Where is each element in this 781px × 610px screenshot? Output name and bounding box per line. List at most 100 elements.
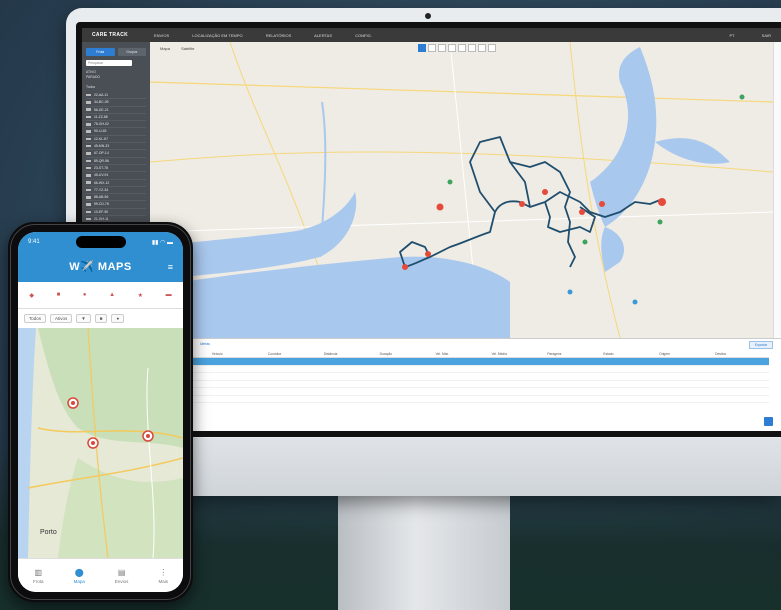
menu-item-localizacao[interactable]: LOCALIZAÇÃO EM TEMPO — [192, 33, 242, 38]
tab-groups[interactable]: Grupos — [117, 48, 146, 56]
logout-button[interactable]: SAIR — [762, 33, 771, 38]
export-button[interactable]: Exportar — [749, 341, 773, 349]
sidebar-item-vehicle[interactable]: 23-ST-78 — [86, 165, 146, 173]
table-cell — [657, 380, 714, 388]
menu-item-relatorios[interactable]: RELATÓRIOS — [266, 33, 292, 38]
poi-marker — [657, 219, 663, 225]
star-icon[interactable]: ★ — [138, 292, 143, 299]
nav-item-frota[interactable]: ▥ Frota — [33, 568, 44, 584]
table-row[interactable] — [154, 380, 769, 388]
language-button[interactable]: PT — [729, 33, 734, 38]
sidebar-item-vehicle[interactable]: 11-ZZ-88 — [86, 114, 146, 122]
trips-panel: Envios Paragens Alertas Exportar DataVeí… — [150, 338, 781, 431]
poi-marker — [567, 289, 573, 295]
sidebar-item-vehicle[interactable]: 45-UV-91 — [86, 172, 146, 180]
sidebar-item-vehicle[interactable]: 90-IJ-45 — [86, 128, 146, 136]
filter-chip[interactable]: Todos — [24, 313, 47, 323]
table-cell — [489, 357, 546, 366]
table-cell — [377, 357, 434, 366]
table-cell — [657, 372, 714, 381]
smartphone: 9:41 ▮▮ ◠ ▬ W✈️ MAPS ≡ ◆ ■ ● ▲ ★ ▬ Todos… — [8, 222, 193, 602]
menu-item-config[interactable]: CONFIG. — [355, 33, 372, 38]
poi-marker — [582, 239, 588, 245]
filter-chip[interactable]: ▼ — [76, 313, 91, 323]
city-label: Porto — [40, 529, 57, 536]
table-cell — [657, 395, 714, 403]
tab-satellite[interactable]: Satélite — [181, 46, 194, 51]
pin-icon[interactable] — [448, 44, 456, 52]
app-topbar: CARE TRACK ENVIOS LOCALIZAÇÃO EM TEMPO R… — [82, 28, 781, 42]
menu-item-alertas[interactable]: ALERTAS — [314, 33, 332, 38]
table-row[interactable] — [154, 395, 769, 403]
bike-icon[interactable]: ● — [83, 292, 87, 298]
table-row[interactable] — [154, 387, 769, 396]
poi-marker — [447, 179, 453, 185]
more-icon: ⋮ — [159, 568, 168, 577]
nav-item-mais[interactable]: ⋮ Mais — [158, 568, 168, 584]
sidebar-item-vehicle[interactable]: 12-KL-67 — [86, 136, 146, 144]
filter-chip[interactable]: ■ — [94, 313, 108, 323]
sidebar-item-vehicle[interactable]: 77-YZ-34 — [86, 187, 146, 195]
sidebar-item-vehicle[interactable]: 88-AB-56 — [86, 194, 146, 202]
alert-icon[interactable]: ▲ — [109, 292, 115, 298]
table-cell — [545, 365, 602, 373]
sidebar-item-vehicle[interactable]: 99-CD-78 — [86, 201, 146, 209]
car-icon[interactable]: ◆ — [29, 292, 34, 299]
table-cell — [657, 365, 714, 373]
menu-item-envios[interactable]: ENVIOS — [154, 33, 169, 38]
layers-icon[interactable] — [438, 44, 446, 52]
sidebar-item-vehicle[interactable]: 66-WX-12 — [86, 180, 146, 187]
minus-icon[interactable]: ▬ — [166, 292, 172, 298]
sidebar-item-vehicle[interactable]: 78-GH-02 — [86, 121, 146, 129]
table-cell — [377, 395, 434, 403]
sidebar-item-vehicle[interactable]: 89-QR-56 — [86, 158, 146, 165]
sidebar-item-vehicle[interactable]: 10-EF-90 — [86, 209, 146, 217]
route-icon[interactable] — [428, 44, 436, 52]
filter-chip[interactable]: Ativos — [50, 313, 73, 323]
sidebar-item-vehicle[interactable]: 34-BC-09 — [86, 99, 146, 107]
table-cell — [433, 387, 490, 396]
table-cell — [265, 365, 322, 373]
phone-icon-row: ◆ ■ ● ▲ ★ ▬ — [18, 282, 183, 309]
stop-marker — [542, 189, 548, 195]
sidebar-item-vehicle[interactable]: 45-MN-33 — [86, 143, 146, 151]
table-cell — [489, 387, 546, 396]
print-icon[interactable] — [488, 44, 496, 52]
list-header[interactable]: Todos — [86, 85, 146, 90]
filter-chip[interactable]: ● — [111, 313, 125, 323]
table-cell — [265, 395, 322, 403]
stop-marker — [579, 209, 585, 215]
truck-icon[interactable]: ■ — [57, 292, 61, 298]
pointer-icon[interactable] — [418, 44, 426, 52]
fullscreen-icon[interactable] — [478, 44, 486, 52]
menu-icon[interactable]: ≡ — [168, 262, 173, 272]
nav-label: Mais — [158, 579, 168, 584]
vehicle-search-input[interactable]: Pesquisar — [86, 60, 132, 66]
ruler-icon[interactable] — [458, 44, 466, 52]
tab-fleet[interactable]: Frota — [86, 48, 115, 56]
nav-item-envios[interactable]: ▤ Envios — [115, 568, 129, 584]
table-cell — [433, 372, 490, 381]
table-cell — [377, 365, 434, 373]
tab-map[interactable]: Mapa — [160, 46, 170, 51]
table-row[interactable] — [154, 365, 769, 373]
route-map[interactable]: Mapa Satélite — [150, 42, 773, 338]
tab-alerts[interactable]: Alertas — [200, 342, 210, 346]
sidebar-tabs: Frota Grupos — [86, 48, 146, 56]
sidebar-item-vehicle[interactable]: 56-DE-21 — [86, 107, 146, 114]
nav-item-mapa[interactable]: ⬤ Mapa — [74, 568, 85, 584]
table-row[interactable] — [154, 372, 769, 381]
table-cell — [209, 387, 266, 396]
table-cell — [265, 380, 322, 388]
sidebar-item-vehicle[interactable]: 22-AA-11 — [86, 92, 146, 100]
table-cell — [545, 380, 602, 388]
table-cell — [209, 365, 266, 373]
scroll-to-top-button[interactable] — [764, 417, 773, 426]
table-cell — [601, 380, 658, 388]
sidebar-item-vehicle[interactable]: 67-OP-14 — [86, 150, 146, 158]
table-cell — [265, 387, 322, 396]
stop-marker — [425, 251, 431, 257]
phone-map[interactable]: Porto — [18, 328, 183, 558]
table-row[interactable] — [154, 357, 769, 366]
zoom-icon[interactable] — [468, 44, 476, 52]
